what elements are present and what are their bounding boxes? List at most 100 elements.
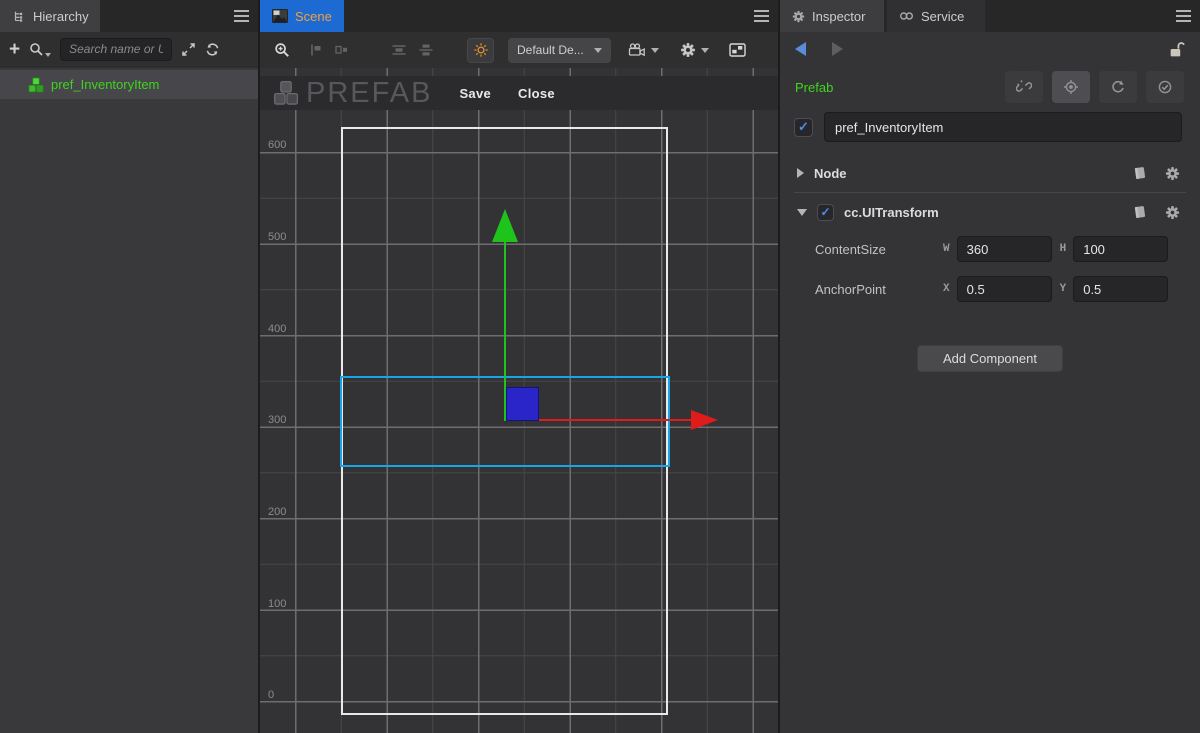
- node-name-row: [794, 112, 1182, 142]
- content-size-height-input[interactable]: [1073, 236, 1168, 262]
- ruler-label: 200: [268, 506, 298, 518]
- hierarchy-panel: Hierarchy +: [0, 0, 258, 733]
- chevron-down-icon: [797, 209, 807, 216]
- distribute-horizontal-icon[interactable]: [418, 43, 434, 57]
- align-box-icon[interactable]: [334, 43, 349, 57]
- device-mode-value: Default De...: [517, 43, 584, 57]
- node-section-title: Node: [814, 166, 847, 181]
- reset-prefab-button[interactable]: [1099, 71, 1137, 103]
- gizmo-light-icon: [473, 42, 489, 58]
- gear-icon: [680, 42, 696, 58]
- camera-settings-dropdown[interactable]: [628, 43, 659, 57]
- gizmo-x-axis-arrowhead-icon[interactable]: [691, 410, 718, 430]
- tab-inspector-label: Inspector: [812, 9, 865, 24]
- uitransform-section-header[interactable]: cc.UITransform: [780, 195, 1200, 229]
- ruler-label: 300: [268, 414, 298, 426]
- tab-service[interactable]: Service: [887, 0, 985, 32]
- link-icon: [899, 10, 914, 22]
- search-caret-icon: [45, 53, 51, 57]
- inspector-tabbar: Inspector Service: [780, 0, 1200, 32]
- add-node-button[interactable]: +: [9, 40, 20, 59]
- x-axis-label: X: [943, 283, 950, 295]
- scene-icon: [272, 9, 288, 23]
- add-component-button[interactable]: Add Component: [917, 345, 1063, 372]
- tab-hierarchy[interactable]: Hierarchy: [0, 0, 100, 32]
- inspector-menu-button[interactable]: [1166, 0, 1200, 32]
- gear-icon: [792, 10, 805, 23]
- history-forward-icon[interactable]: [832, 42, 843, 56]
- cocos-creator-window: Hierarchy +: [0, 0, 1200, 733]
- prefab-asset-row: Prefab: [780, 66, 1200, 108]
- search-icon: [29, 42, 44, 57]
- apply-prefab-button[interactable]: [1146, 71, 1184, 103]
- anchor-point-label: AnchorPoint: [815, 282, 943, 297]
- expand-all-button[interactable]: [181, 42, 196, 57]
- content-size-row: ContentSize W H: [815, 234, 1182, 264]
- ruler-label: 100: [268, 598, 298, 610]
- inspector-nav-row: [780, 32, 1200, 66]
- refresh-button[interactable]: [205, 42, 220, 57]
- locate-icon: [1063, 79, 1079, 95]
- width-axis-label: W: [943, 243, 950, 255]
- chevron-down-icon: [701, 48, 709, 53]
- ruler-label: 0: [268, 689, 298, 701]
- scene-viewport[interactable]: PREFAB Save Close 600 500 400 300 200 10…: [260, 68, 778, 733]
- ruler-label: 400: [268, 323, 298, 335]
- tab-scene[interactable]: Scene: [260, 0, 344, 32]
- docs-book-icon[interactable]: [1132, 204, 1148, 220]
- node-name-input[interactable]: [824, 112, 1182, 142]
- gear-icon[interactable]: [1165, 166, 1180, 181]
- content-size-label: ContentSize: [815, 242, 943, 257]
- align-edge-icon[interactable]: [308, 43, 323, 57]
- hierarchy-item-label: pref_InventoryItem: [51, 77, 159, 92]
- unlink-prefab-button[interactable]: [1005, 71, 1043, 103]
- gear-icon[interactable]: [1165, 205, 1180, 220]
- hierarchy-tabbar: Hierarchy: [0, 0, 258, 32]
- gizmo-settings-dropdown[interactable]: [680, 42, 709, 58]
- chevron-down-icon: [594, 48, 602, 53]
- history-back-icon[interactable]: [795, 42, 806, 56]
- zoom-icon[interactable]: [274, 42, 291, 59]
- chevron-down-icon: [651, 48, 659, 53]
- gizmo-light-toggle[interactable]: [467, 38, 494, 63]
- scene-tabbar: Scene: [260, 0, 778, 32]
- ruler-label: 600: [268, 139, 298, 151]
- gizmo-y-axis[interactable]: [504, 242, 506, 421]
- node-section-header[interactable]: Node: [780, 156, 1200, 190]
- section-divider: [794, 192, 1186, 193]
- node-active-checkbox[interactable]: [794, 118, 813, 137]
- docs-book-icon[interactable]: [1132, 165, 1148, 181]
- content-size-width-input[interactable]: [957, 236, 1052, 262]
- anchor-point-y-input[interactable]: [1073, 276, 1168, 302]
- gizmo-move-handle[interactable]: [507, 388, 538, 420]
- device-mode-dropdown[interactable]: Default De...: [508, 38, 611, 63]
- hierarchy-menu-button[interactable]: [224, 0, 258, 32]
- prefab-save-button[interactable]: Save: [459, 86, 491, 101]
- tab-inspector[interactable]: Inspector: [780, 0, 884, 32]
- scene-toolbar: Default De...: [260, 32, 778, 68]
- anchor-point-x-input[interactable]: [957, 276, 1052, 302]
- unlink-icon: [1016, 79, 1032, 95]
- prefab-edit-bar: PREFAB Save Close: [260, 76, 778, 110]
- uitransform-enabled-checkbox[interactable]: [817, 204, 834, 221]
- split-view-icon[interactable]: [729, 43, 746, 57]
- hierarchy-item-pref-inventoryitem[interactable]: pref_InventoryItem: [0, 70, 258, 99]
- scene-menu-button[interactable]: [744, 0, 778, 32]
- distribute-vertical-icon[interactable]: [391, 43, 407, 57]
- search-input[interactable]: [60, 38, 172, 61]
- anchor-point-row: AnchorPoint X Y: [815, 274, 1182, 304]
- locate-prefab-button[interactable]: [1052, 71, 1090, 103]
- prefab-label: Prefab: [795, 80, 833, 95]
- search-filter-button[interactable]: [29, 42, 51, 57]
- hamburger-icon: [1176, 15, 1191, 17]
- hierarchy-tree: pref_InventoryItem: [0, 68, 258, 733]
- reset-icon: [1110, 79, 1126, 95]
- prefab-cubes-icon: [273, 80, 299, 106]
- height-axis-label: H: [1060, 243, 1067, 255]
- scene-panel: Scene: [260, 0, 778, 733]
- gizmo-y-axis-arrowhead-icon[interactable]: [492, 209, 518, 242]
- prefab-close-button[interactable]: Close: [518, 86, 555, 101]
- tab-scene-label: Scene: [295, 9, 332, 24]
- tab-hierarchy-label: Hierarchy: [33, 9, 89, 24]
- lock-icon[interactable]: [1168, 41, 1185, 58]
